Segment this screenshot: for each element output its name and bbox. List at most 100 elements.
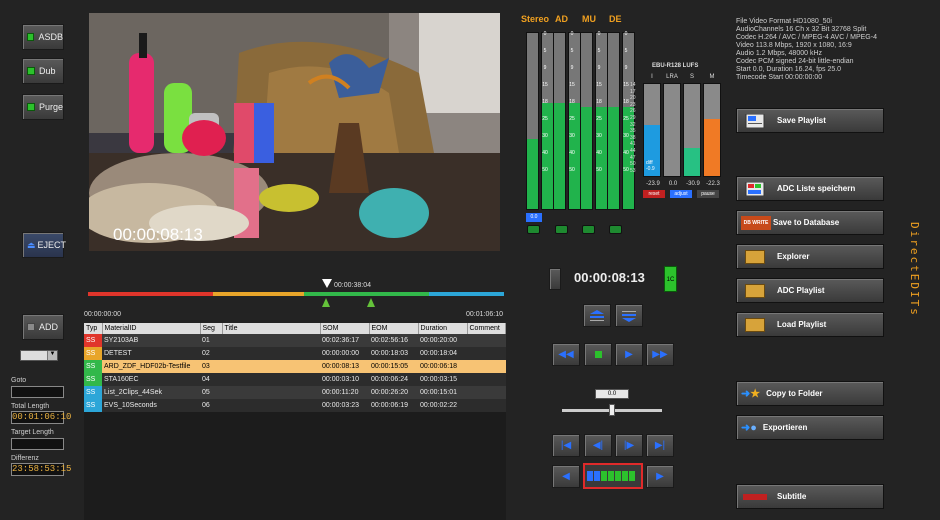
table-row[interactable]: SS EVS_10Seconds 06 00:00:03:23 00:00:06:19 0… xyxy=(84,399,506,412)
loudness-value: -22.3 xyxy=(706,181,720,187)
col-comment[interactable]: Comment xyxy=(467,323,506,334)
dub-button[interactable]: Dub xyxy=(22,58,64,84)
timeline-bar[interactable] xyxy=(88,292,504,296)
segment-strip[interactable] xyxy=(583,463,643,489)
meter-tick: 9 xyxy=(570,65,574,71)
meter-mute-button[interactable] xyxy=(609,225,622,234)
file-info-line: Timecode Start 00:00:00:00 xyxy=(736,74,823,81)
copy-to-folder-button[interactable]: ➜★ Copy to Folder xyxy=(736,381,884,406)
table-row[interactable]: SS ARD_ZDF_HDF02b-Testfile 03 00:00:08:13 00… xyxy=(84,360,506,373)
meter-tick: 5 xyxy=(543,48,547,54)
arrow-star-icon: ➜★ xyxy=(741,388,761,400)
button-label: Explorer xyxy=(777,252,810,261)
go-to-start-button[interactable]: |◀ xyxy=(552,434,580,457)
cell-seg: 04 xyxy=(200,373,222,386)
save-playlist-button[interactable]: Save Playlist xyxy=(736,108,884,133)
goto-input[interactable] xyxy=(11,386,64,398)
table-row[interactable]: SS SY2103AB 01 00:02:36:17 00:02:56:16 00:00:… xyxy=(84,334,506,347)
table-row[interactable]: SS STA160EC 04 00:00:03:10 00:00:06:24 00:00:… xyxy=(84,373,506,386)
col-duration[interactable]: Duration xyxy=(418,323,468,334)
db-write-icon: DB WRITE xyxy=(741,215,771,230)
button-label: Dub xyxy=(39,66,56,76)
explorer-button[interactable]: Explorer xyxy=(736,244,884,269)
adc-liste-speichern-button[interactable]: ADC Liste speichern xyxy=(736,176,884,201)
adjust-button[interactable]: adjust xyxy=(670,190,692,198)
cell-comment xyxy=(467,347,506,360)
step-forward-icon: |▶ xyxy=(623,440,635,451)
goto-label: Goto xyxy=(11,377,27,384)
list-select[interactable]: ▼ xyxy=(20,350,58,361)
subtitle-button[interactable]: Subtitle xyxy=(736,484,884,509)
timeline-segment[interactable] xyxy=(304,292,430,296)
table-row[interactable]: SS List_2Clips_44Sek 05 00:00:11:20 00:00:26… xyxy=(84,386,506,399)
col-eom[interactable]: EOM xyxy=(369,323,419,334)
timeline-segment[interactable] xyxy=(88,292,213,296)
meter-tick: 5 xyxy=(570,48,574,54)
transport-handle[interactable] xyxy=(549,268,561,290)
fast-forward-button[interactable]: ▶▶ xyxy=(646,343,674,366)
col-seg[interactable]: Seg xyxy=(200,323,223,334)
exportieren-button[interactable]: ➜● Exportieren xyxy=(736,415,884,440)
rewind-button[interactable]: ◀◀ xyxy=(552,343,580,366)
meter-mute-button[interactable] xyxy=(582,225,595,234)
timeline-segment[interactable] xyxy=(212,292,305,296)
col-materialid[interactable]: MaterialID xyxy=(102,323,201,334)
previous-button[interactable]: ◀ xyxy=(552,465,580,488)
meter-mute-button[interactable] xyxy=(527,225,540,234)
reset-button[interactable]: reset xyxy=(643,190,665,198)
next-button[interactable]: ▶ xyxy=(646,465,674,488)
speed-slider-thumb[interactable] xyxy=(609,404,615,416)
marker-timecode: 00:00:38:04 xyxy=(334,282,371,289)
out-point-marker[interactable] xyxy=(367,298,375,307)
eject-button[interactable]: ⏏ EJECT xyxy=(22,232,66,258)
col-som[interactable]: SOM xyxy=(320,323,370,334)
col-title[interactable]: Title xyxy=(222,323,321,334)
play-button[interactable]: ▶ xyxy=(615,343,643,366)
cell-som: 00:00:11:20 xyxy=(320,386,369,399)
meter-tick: 40 xyxy=(596,150,602,156)
subtitle-icon xyxy=(743,493,767,500)
total-length-label: Total Length xyxy=(11,403,50,410)
go-to-start-icon: |◀ xyxy=(560,440,572,451)
cell-seg: 06 xyxy=(200,399,222,412)
add-button[interactable]: ADD xyxy=(22,314,64,340)
meter-bar xyxy=(607,32,620,210)
save-to-database-button[interactable]: DB WRITE Save to Database xyxy=(736,210,884,235)
cell-eom: 00:00:26:20 xyxy=(369,386,418,399)
meter-tick: 5 xyxy=(597,48,601,54)
meter-tick: 50 xyxy=(542,167,548,173)
cell-eom: 00:00:15:05 xyxy=(369,360,418,373)
cell-comment xyxy=(467,399,506,412)
mark-in-button[interactable] xyxy=(583,304,611,327)
target-length-input[interactable] xyxy=(11,438,64,450)
in-point-marker[interactable] xyxy=(322,298,330,307)
col-typ[interactable]: Typ xyxy=(84,323,103,334)
step-back-button[interactable]: ◀| xyxy=(584,434,612,457)
playhead-marker[interactable] xyxy=(322,279,332,288)
asdb-button[interactable]: ASDB xyxy=(22,24,64,50)
button-label: ASDB xyxy=(38,32,63,42)
cell-seg: 01 xyxy=(200,334,222,347)
table-row[interactable]: SS DETEST 02 00:00:00:00 00:00:18:03 00:00:18… xyxy=(84,347,506,360)
video-preview[interactable]: 00:00:08:13 xyxy=(89,13,500,251)
load-playlist-button[interactable]: Load Playlist xyxy=(736,312,884,337)
adc-playlist-button[interactable]: ADC Playlist xyxy=(736,278,884,303)
cell-typ: SS xyxy=(84,360,102,373)
folder-icon xyxy=(745,317,765,332)
pause-button[interactable]: pause xyxy=(697,190,719,198)
file-info-line: Video 113.8 Mbps, 1920 x 1080, 16:9 xyxy=(736,42,852,49)
arrow-left-icon: ◀ xyxy=(562,471,570,482)
timeline-segment[interactable] xyxy=(429,292,504,296)
cell-som: 00:00:08:13 xyxy=(320,360,369,373)
playlist-table[interactable]: Typ MaterialID Seg Title SOM EOM Duratio… xyxy=(84,323,506,520)
go-to-end-button[interactable]: ▶| xyxy=(646,434,674,457)
purge-button[interactable]: Purge xyxy=(22,94,64,120)
meter-mute-button[interactable] xyxy=(555,225,568,234)
cell-material: SY2103AB xyxy=(102,334,200,347)
stop-button[interactable] xyxy=(584,343,612,366)
cell-eom: 00:02:56:16 xyxy=(369,334,418,347)
meter-tick: 0 xyxy=(570,31,574,37)
mark-out-button[interactable] xyxy=(615,304,643,327)
step-forward-button[interactable]: |▶ xyxy=(615,434,643,457)
cell-som: 00:02:36:17 xyxy=(320,334,369,347)
